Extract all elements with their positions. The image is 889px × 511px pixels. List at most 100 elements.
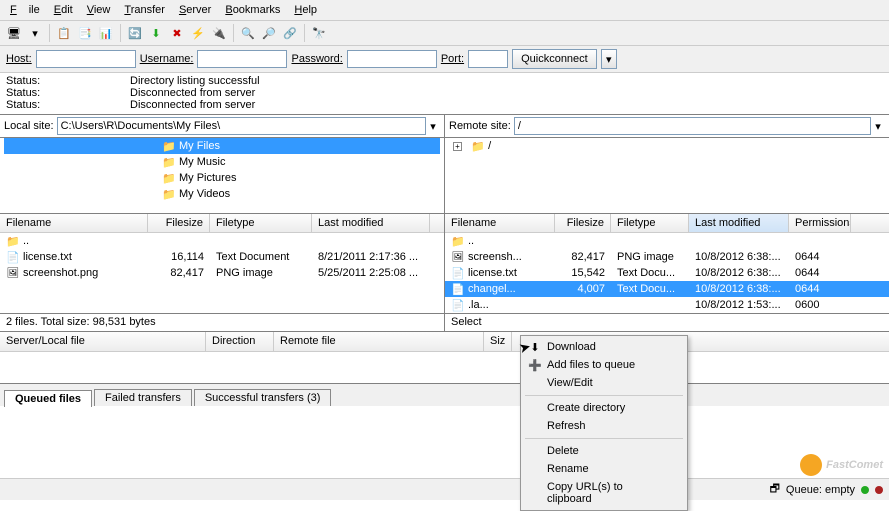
- ctx-create-dir[interactable]: Create directory: [523, 399, 685, 417]
- col-remote-file[interactable]: Remote file: [274, 332, 484, 351]
- remote-file-list[interactable]: Filename Filesize Filetype Last modified…: [445, 214, 889, 313]
- tab-queued[interactable]: Queued files: [4, 390, 92, 407]
- find-icon[interactable]: 🔭: [309, 23, 329, 43]
- menu-help[interactable]: Help: [288, 2, 323, 18]
- file-row[interactable]: screenshot.png82,417PNG image5/25/2011 2…: [0, 265, 444, 281]
- password-input[interactable]: [347, 50, 437, 68]
- logo-icon: [800, 454, 822, 476]
- quickconnect-bar: Host: Username: Password: Port: Quickcon…: [0, 46, 889, 73]
- toggle-queue-icon[interactable]: 📊: [96, 23, 116, 43]
- watermark: FastComet: [800, 454, 883, 476]
- expand-icon[interactable]: +: [453, 142, 462, 151]
- log-label: Status:: [6, 87, 130, 99]
- col-lastmodified[interactable]: Last modified: [312, 214, 430, 232]
- local-tree[interactable]: My Files My Music My Pictures My Videos: [0, 138, 445, 213]
- sitemanager-icon[interactable]: 🖥: [4, 23, 24, 43]
- file-icon: [451, 266, 465, 280]
- ctx-download[interactable]: ⬇Download: [523, 338, 685, 356]
- menu-view[interactable]: View: [81, 2, 117, 18]
- tab-failed[interactable]: Failed transfers: [94, 389, 192, 406]
- ctx-view-edit[interactable]: View/Edit: [523, 374, 685, 392]
- tree-label[interactable]: My Music: [179, 156, 225, 168]
- tree-label[interactable]: My Videos: [179, 188, 230, 200]
- image-icon: [451, 250, 465, 264]
- col-filetype[interactable]: Filetype: [611, 214, 689, 232]
- remote-path-input[interactable]: [514, 117, 871, 135]
- filter-icon[interactable]: 🔍: [238, 23, 258, 43]
- led-red-icon: [875, 486, 883, 494]
- file-row[interactable]: screensh...82,417PNG image10/8/2012 6:38…: [445, 249, 889, 265]
- file-row[interactable]: license.txt16,114Text Document8/21/2011 …: [0, 249, 444, 265]
- col-size[interactable]: Siz: [484, 332, 512, 351]
- cancel-icon[interactable]: ✖: [167, 23, 187, 43]
- ctx-rename[interactable]: Rename: [523, 460, 685, 478]
- menu-file[interactable]: File: [4, 2, 46, 18]
- col-lastmodified[interactable]: Last modified: [689, 214, 789, 232]
- dropdown-icon[interactable]: ▾: [871, 120, 885, 133]
- folder-icon: [451, 234, 465, 248]
- tree-label[interactable]: My Files: [179, 140, 220, 152]
- col-server-local[interactable]: Server/Local file: [0, 332, 206, 351]
- ctx-add-queue[interactable]: ➕Add files to queue: [523, 356, 685, 374]
- dropdown-icon[interactable]: ▾: [426, 120, 440, 133]
- process-queue-icon[interactable]: ⬇: [146, 23, 166, 43]
- toggle-tree-icon[interactable]: 📑: [75, 23, 95, 43]
- folder-icon: [162, 155, 176, 169]
- menu-bar: File Edit View Transfer Server Bookmarks…: [0, 0, 889, 21]
- ctx-refresh[interactable]: Refresh: [523, 417, 685, 435]
- toolbar: 🖥 ▾ 📋 📑 📊 🔄 ⬇ ✖ ⚡ 🔌 🔍 🔎 🔗 🔭: [0, 21, 889, 46]
- refresh-icon[interactable]: 🔄: [125, 23, 145, 43]
- compare-icon[interactable]: 🔎: [259, 23, 279, 43]
- ctx-delete[interactable]: Delete: [523, 442, 685, 460]
- col-filename[interactable]: Filename: [0, 214, 148, 232]
- tree-label[interactable]: My Pictures: [179, 172, 236, 184]
- dropdown-icon[interactable]: ▾: [25, 23, 45, 43]
- separator: [304, 24, 305, 42]
- col-permissions[interactable]: Permissions: [789, 214, 851, 232]
- col-direction[interactable]: Direction: [206, 332, 274, 351]
- col-filesize[interactable]: Filesize: [148, 214, 210, 232]
- port-input[interactable]: [468, 50, 508, 68]
- file-row[interactable]: license.txt15,542Text Docu...10/8/2012 6…: [445, 265, 889, 281]
- log-message: Disconnected from server: [130, 87, 255, 99]
- password-label: Password:: [291, 53, 342, 65]
- port-label: Port:: [441, 53, 464, 65]
- file-list-status: 2 files. Total size: 98,531 bytes Select: [0, 314, 889, 332]
- username-label: Username:: [140, 53, 194, 65]
- menu-server[interactable]: Server: [173, 2, 217, 18]
- file-icon: [451, 282, 465, 296]
- image-icon: [6, 266, 20, 280]
- reconnect-icon[interactable]: 🔌: [209, 23, 229, 43]
- site-path-row: Local site: ▾ Remote site: ▾: [0, 115, 889, 138]
- local-site-label: Local site:: [4, 120, 54, 132]
- menu-transfer[interactable]: Transfer: [118, 2, 171, 18]
- host-input[interactable]: [36, 50, 136, 68]
- quickconnect-button[interactable]: Quickconnect: [512, 49, 597, 69]
- tree-row: My Files My Music My Pictures My Videos …: [0, 138, 889, 214]
- local-file-list[interactable]: Filename Filesize Filetype Last modified…: [0, 214, 445, 313]
- username-input[interactable]: [197, 50, 287, 68]
- file-row[interactable]: ..: [0, 233, 444, 249]
- folder-icon: [162, 139, 176, 153]
- log-label: Status:: [6, 99, 130, 111]
- ctx-copy-url[interactable]: Copy URL(s) to clipboard: [523, 478, 685, 508]
- disconnect-icon[interactable]: ⚡: [188, 23, 208, 43]
- menu-bookmarks[interactable]: Bookmarks: [219, 2, 286, 18]
- col-filename[interactable]: Filename: [445, 214, 555, 232]
- menu-edit[interactable]: Edit: [48, 2, 79, 18]
- file-row[interactable]: ..: [445, 233, 889, 249]
- local-path-input[interactable]: [57, 117, 426, 135]
- quickconnect-dropdown[interactable]: ▾: [601, 49, 617, 69]
- remote-tree[interactable]: + /: [445, 138, 889, 213]
- remote-site-label: Remote site:: [449, 120, 511, 132]
- tree-label[interactable]: /: [488, 140, 491, 152]
- tab-successful[interactable]: Successful transfers (3): [194, 389, 332, 406]
- file-row-selected[interactable]: changel...4,007Text Docu...10/8/2012 6:3…: [445, 281, 889, 297]
- toggle-log-icon[interactable]: 📋: [54, 23, 74, 43]
- sync-icon[interactable]: 🔗: [280, 23, 300, 43]
- col-filetype[interactable]: Filetype: [210, 214, 312, 232]
- queue-body[interactable]: [0, 352, 889, 384]
- file-row[interactable]: .la...10/8/2012 1:53:...0600: [445, 297, 889, 313]
- log-message: Directory listing successful: [130, 75, 260, 87]
- col-filesize[interactable]: Filesize: [555, 214, 611, 232]
